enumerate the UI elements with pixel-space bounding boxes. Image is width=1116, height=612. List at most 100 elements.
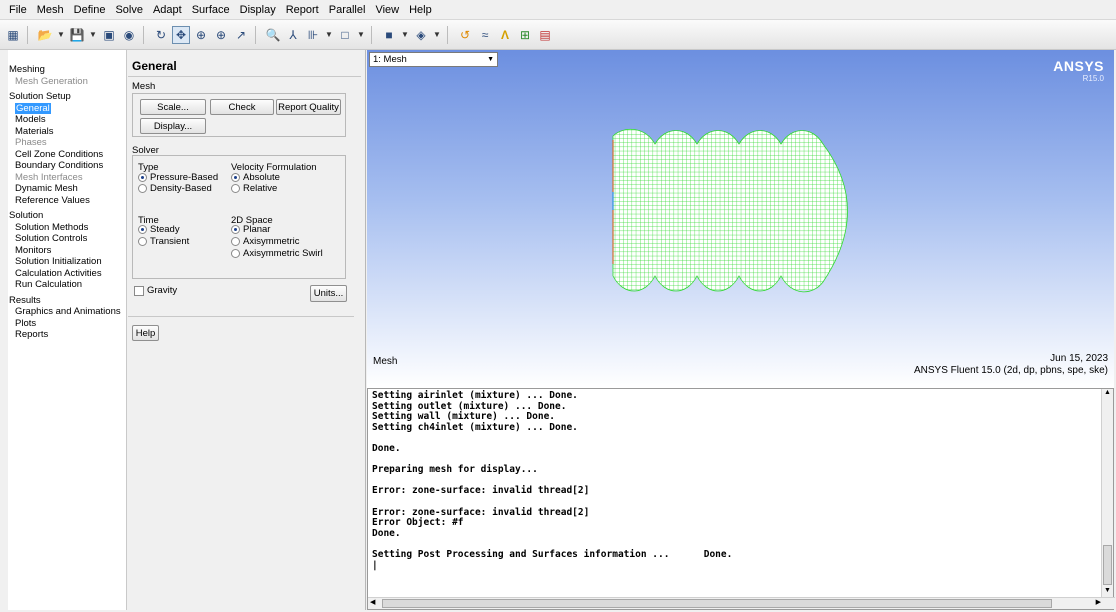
open-icon[interactable]: 📂 bbox=[36, 26, 54, 44]
square-dropdown-icon[interactable]: ▼ bbox=[400, 26, 410, 44]
navigation-tree: Meshing Mesh Generation Solution Setup Gene… bbox=[8, 50, 127, 610]
console-window[interactable]: Setting airinlet (mixture) ... Done. Set… bbox=[367, 388, 1115, 610]
tree-item-monitors[interactable]: Monitors bbox=[8, 245, 126, 257]
pressure-based-radio[interactable]: Pressure-Based bbox=[138, 172, 218, 183]
menu-adapt[interactable]: Adapt bbox=[148, 4, 187, 16]
image-icon[interactable]: ▣ bbox=[100, 26, 118, 44]
tree-item-reference-values[interactable]: Reference Values bbox=[8, 195, 126, 207]
menu-file[interactable]: File bbox=[4, 4, 32, 16]
scroll-thumb-horizontal[interactable] bbox=[382, 599, 1052, 608]
scroll-thumb[interactable] bbox=[1103, 545, 1112, 585]
console-horizontal-scrollbar[interactable]: ◀ ▶ bbox=[368, 597, 1115, 609]
tree-item-solution-setup[interactable]: Solution Setup bbox=[8, 91, 126, 103]
tree-item-label: Mesh Generation bbox=[15, 75, 88, 87]
bars-dropdown-icon[interactable]: ▼ bbox=[324, 26, 334, 44]
view-dropdown-icon[interactable]: ▼ bbox=[432, 26, 442, 44]
mesh-outline-icon[interactable]: ⅄ bbox=[284, 26, 302, 44]
check-button[interactable]: Check bbox=[210, 99, 274, 115]
tree-item-dynamic-mesh[interactable]: Dynamic Mesh bbox=[8, 183, 126, 195]
tree-item-materials[interactable]: Materials bbox=[8, 126, 126, 138]
tree-item-label: Reference Values bbox=[15, 194, 90, 206]
menu-define[interactable]: Define bbox=[69, 4, 111, 16]
menu-parallel[interactable]: Parallel bbox=[324, 4, 371, 16]
axisymmetric-swirl-radio[interactable]: Axisymmetric Swirl bbox=[231, 248, 323, 259]
radio-icon bbox=[231, 249, 240, 258]
zoom-fit-icon[interactable]: 🔍 bbox=[264, 26, 282, 44]
zoom-box-icon[interactable]: ⊕ bbox=[212, 26, 230, 44]
axisymmetric-radio[interactable]: Axisymmetric bbox=[231, 236, 299, 247]
radio-selected-icon bbox=[231, 225, 240, 234]
mesh-geometry bbox=[613, 129, 848, 290]
display-button[interactable]: Display... bbox=[140, 118, 206, 134]
menu-solve[interactable]: Solve bbox=[110, 4, 148, 16]
refresh-icon[interactable]: ≈ bbox=[476, 26, 494, 44]
rotate-icon[interactable]: ↻ bbox=[152, 26, 170, 44]
tree-item-mesh-interfaces[interactable]: Mesh Interfaces bbox=[8, 172, 126, 184]
density-based-radio[interactable]: Density-Based bbox=[138, 183, 212, 194]
mesh-icon[interactable]: ⊞ bbox=[516, 26, 534, 44]
toolbar-separator bbox=[447, 25, 451, 44]
tree-item-plots[interactable]: Plots bbox=[8, 318, 126, 330]
console-vertical-scrollbar[interactable]: ▲ ▼ bbox=[1101, 389, 1113, 599]
graphics-date: Jun 15, 2023 bbox=[1050, 353, 1108, 364]
translate-icon[interactable]: ✥ bbox=[172, 25, 190, 44]
tree-item-graphics-and-animations[interactable]: Graphics and Animations bbox=[8, 306, 126, 318]
transient-radio[interactable]: Transient bbox=[138, 236, 189, 247]
frame-icon[interactable]: □ bbox=[336, 26, 354, 44]
menu-surface[interactable]: Surface bbox=[187, 4, 235, 16]
menu-mesh[interactable]: Mesh bbox=[32, 4, 69, 16]
menu-help[interactable]: Help bbox=[404, 4, 437, 16]
tree-item-reports[interactable]: Reports bbox=[8, 329, 126, 341]
units-button[interactable]: Units... bbox=[310, 285, 347, 302]
help-icon[interactable]: ◉ bbox=[120, 26, 138, 44]
view-icon[interactable]: ◈ bbox=[412, 26, 430, 44]
tree-item-models[interactable]: Models bbox=[8, 114, 126, 126]
tree-item-solution[interactable]: Solution bbox=[8, 210, 126, 222]
open-dropdown-icon[interactable]: ▼ bbox=[56, 26, 66, 44]
tree-item-solution-methods[interactable]: Solution Methods bbox=[8, 222, 126, 234]
ansys-logo-icon[interactable]: Λ bbox=[496, 26, 514, 44]
tree-item-phases[interactable]: Phases bbox=[8, 137, 126, 149]
help-button[interactable]: Help bbox=[132, 325, 159, 341]
scroll-up-icon[interactable]: ▲ bbox=[1102, 389, 1113, 401]
planar-radio[interactable]: Planar bbox=[231, 224, 270, 235]
tree-item-meshing[interactable]: Meshing bbox=[8, 64, 126, 76]
menu-display[interactable]: Display bbox=[235, 4, 281, 16]
save-icon[interactable]: 💾 bbox=[68, 26, 86, 44]
gravity-checkbox[interactable]: Gravity bbox=[134, 285, 177, 296]
probe-icon[interactable]: ↗ bbox=[232, 26, 250, 44]
tree-item-run-calculation[interactable]: Run Calculation bbox=[8, 279, 126, 291]
tree-item-general[interactable]: General bbox=[8, 102, 126, 114]
scroll-right-icon[interactable]: ▶ bbox=[1096, 598, 1101, 606]
menu-view[interactable]: View bbox=[370, 4, 404, 16]
tree-item-solution-initialization[interactable]: Solution Initialization bbox=[8, 256, 126, 268]
relative-radio[interactable]: Relative bbox=[231, 183, 277, 194]
toolbar-separator bbox=[143, 25, 147, 44]
tree-item-boundary-conditions[interactable]: Boundary Conditions bbox=[8, 160, 126, 172]
square-icon[interactable]: ■ bbox=[380, 26, 398, 44]
grid-icon[interactable]: ▤ bbox=[536, 26, 554, 44]
tree-item-cell-zone-conditions[interactable]: Cell Zone Conditions bbox=[8, 149, 126, 161]
graphics-window[interactable]: 1: Mesh ▼ ANSYS R15.0 Mesh Jun 15, 2023 … bbox=[367, 50, 1114, 388]
radio-icon bbox=[138, 184, 147, 193]
menu-report[interactable]: Report bbox=[281, 4, 324, 16]
save-dropdown-icon[interactable]: ▼ bbox=[88, 26, 98, 44]
tree-item-solution-controls[interactable]: Solution Controls bbox=[8, 233, 126, 245]
panel-divider bbox=[128, 316, 354, 317]
tree-item-results[interactable]: Results bbox=[8, 295, 126, 307]
layout-icon[interactable]: ▦ bbox=[4, 26, 22, 44]
tree-item-calculation-activities[interactable]: Calculation Activities bbox=[8, 268, 126, 280]
absolute-radio[interactable]: Absolute bbox=[231, 172, 280, 183]
scroll-left-icon[interactable]: ◀ bbox=[370, 598, 375, 606]
report-quality-button[interactable]: Report Quality bbox=[276, 99, 341, 115]
tree-item-label: Phases bbox=[15, 137, 47, 148]
zoom-icon[interactable]: ⊕ bbox=[192, 26, 210, 44]
frame-dropdown-icon[interactable]: ▼ bbox=[356, 26, 366, 44]
toolbar: ▦ 📂 ▼ 💾 ▼ ▣ ◉ ↻ ✥ ⊕ ⊕ ↗ 🔍 ⅄ ⊪ ▼ □ ▼ ■ ▼ … bbox=[0, 20, 1116, 50]
bars-icon[interactable]: ⊪ bbox=[304, 26, 322, 44]
menu-bar: File Mesh Define Solve Adapt Surface Display Re… bbox=[0, 0, 1116, 20]
steady-radio[interactable]: Steady bbox=[138, 224, 180, 235]
scale-button[interactable]: Scale... bbox=[140, 99, 206, 115]
tree-item-mesh-generation[interactable]: Mesh Generation bbox=[8, 76, 126, 88]
lights-icon[interactable]: ↺ bbox=[456, 26, 474, 44]
